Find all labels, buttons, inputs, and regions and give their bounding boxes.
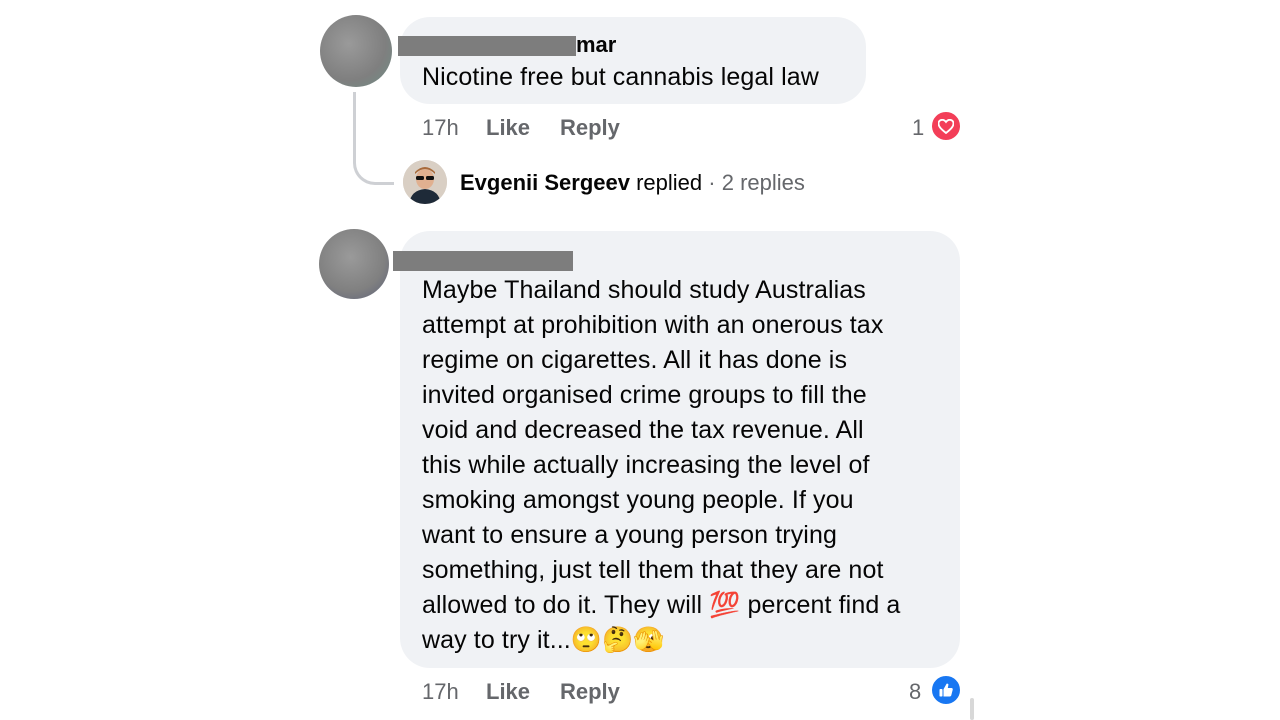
comment1-reaction-count[interactable]: 1 — [912, 115, 924, 141]
comment2-line-part: way to try it... — [422, 626, 571, 654]
comment2-text: Maybe Thailand should study Australias a… — [422, 273, 952, 658]
replier-name[interactable]: Evgenii Sergeev — [460, 170, 630, 195]
replies-count[interactable]: 2 replies — [722, 170, 805, 195]
comment2-timestamp[interactable]: 17h — [422, 679, 459, 705]
thread-connector-line — [353, 92, 394, 185]
scrollbar[interactable] — [970, 698, 974, 720]
trailing-emojis: 🙄🤔🫣 — [570, 626, 665, 654]
comment2-line: this while actually increasing the level… — [422, 451, 870, 479]
comment2-reply-button[interactable]: Reply — [560, 679, 620, 705]
redacted-avatar-image — [319, 229, 389, 299]
comment2-like-button[interactable]: Like — [486, 679, 530, 705]
comment2-line-part: percent find a — [747, 591, 901, 619]
comment2-line: allowed to do it. They will 💯 percent fi… — [422, 588, 952, 623]
redacted-avatar-image — [320, 15, 392, 87]
hundred-points-emoji: 💯 — [709, 591, 741, 619]
comment2-line: Maybe Thailand should study Australias — [422, 276, 866, 304]
comment1-like-button[interactable]: Like — [486, 115, 530, 141]
replies-separator: · — [708, 170, 716, 195]
replier-avatar-image — [403, 160, 447, 204]
comment1-reply-button[interactable]: Reply — [560, 115, 620, 141]
comment2-line: want to ensure a young person trying — [422, 521, 837, 549]
comment2-avatar[interactable] — [319, 229, 389, 299]
comment1-author-name[interactable]: mar — [576, 32, 616, 58]
comment2-line: something, just tell them that they are … — [422, 556, 884, 584]
comment1-text: Nicotine free but cannabis legal law — [422, 63, 819, 91]
replier-avatar[interactable] — [403, 160, 447, 204]
heart-icon[interactable] — [930, 110, 962, 142]
replied-label: replied — [636, 170, 703, 195]
comment2-line: attempt at prohibition with an onerous t… — [422, 311, 884, 339]
comment2-line: way to try it...🙄🤔🫣 — [422, 623, 952, 658]
comment2-line: void and decreased the tax revenue. All — [422, 416, 864, 444]
view-replies-link[interactable]: Evgenii Sergeev replied · 2 replies — [460, 170, 805, 196]
comment2-reaction-count[interactable]: 8 — [909, 679, 921, 705]
comment1-avatar[interactable] — [320, 15, 392, 87]
comment2-line: regime on cigarettes. All it has done is — [422, 346, 848, 374]
comment2-line-part: allowed to do it. They will — [422, 591, 703, 619]
comment2-author-redaction — [393, 251, 573, 271]
comment2-line: invited organised crime groups to fill t… — [422, 381, 867, 409]
comment1-timestamp[interactable]: 17h — [422, 115, 459, 141]
comment1-author-redaction — [398, 36, 576, 56]
comment2-line: smoking amongst young people. If you — [422, 486, 854, 514]
thumbs-up-icon[interactable] — [930, 674, 962, 706]
